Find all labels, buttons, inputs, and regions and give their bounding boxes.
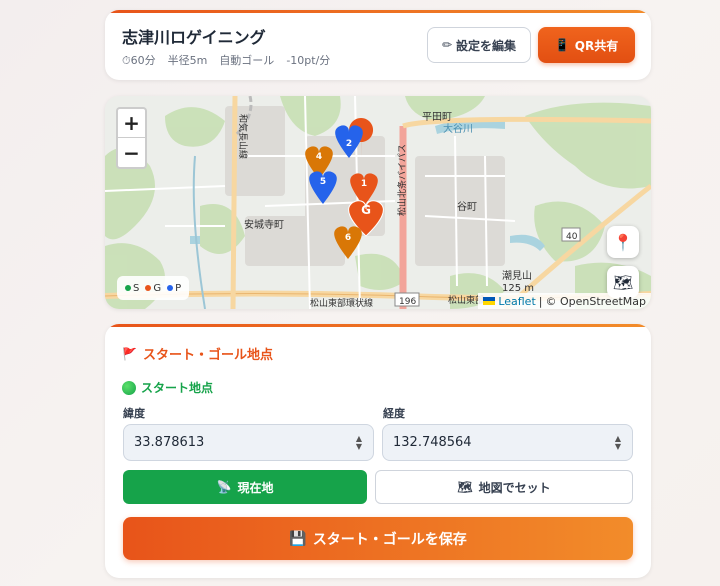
svg-text:6: 6 xyxy=(345,233,351,243)
flag-icon: 🚩 xyxy=(122,346,137,361)
start-goal-card: 🚩 スタート・ゴール地点 スタート地点 緯度 経度 33.878613 ▲ ▼ 1… xyxy=(105,324,651,578)
svg-text:5: 5 xyxy=(320,177,326,187)
save-start-goal-button[interactable]: 💾 スタート・ゴールを保存 xyxy=(123,517,633,560)
zoom-in-button[interactable]: + xyxy=(118,109,145,138)
floppy-disk-icon: 💾 xyxy=(289,530,307,547)
label-river: 大谷川 xyxy=(443,122,473,135)
label-road40: 40 xyxy=(566,232,578,242)
section-title: 🚩 スタート・ゴール地点 xyxy=(122,346,273,364)
locate-button[interactable]: 📍 xyxy=(607,226,639,258)
map-view[interactable]: 平田町 安城寺町 谷町 潮見山 125 m 40 196 松山東部環状線 松山東… xyxy=(105,96,651,309)
svg-text:4: 4 xyxy=(316,152,322,162)
qr-share-button[interactable]: 📱 QR共有 xyxy=(538,27,635,63)
clock-icon: ⏱ xyxy=(122,54,131,67)
pencil-icon: ✏ xyxy=(441,38,453,52)
leaflet-link[interactable]: Leaflet xyxy=(498,295,535,308)
longitude-input[interactable]: 132.748564 ▲ ▼ xyxy=(382,424,633,461)
longitude-stepper[interactable]: ▲ ▼ xyxy=(613,435,623,451)
header-card: 志津川ロゲイニング ⏱60分 半径5m 自動ゴール -10pt/分 ✏ 設定を編… xyxy=(105,10,651,80)
label-road-north: 和気長山線 xyxy=(237,114,249,159)
longitude-label: 経度 xyxy=(383,407,405,420)
label-shiomi: 潮見山 xyxy=(502,269,532,282)
label-anjoji: 安城寺町 xyxy=(244,218,284,231)
svg-text:1: 1 xyxy=(361,179,367,189)
start-point-title: スタート地点 xyxy=(122,379,213,396)
duration-meta: ⏱60分 xyxy=(122,54,156,67)
current-location-button[interactable]: 📡 現在地 xyxy=(123,470,367,504)
edit-settings-button[interactable]: ✏ 設定を編集 xyxy=(427,27,531,63)
legend-start: S xyxy=(125,283,139,294)
svg-text:G: G xyxy=(361,203,371,217)
zoom-out-button[interactable]: − xyxy=(118,138,145,167)
satellite-icon: 📡 xyxy=(216,480,232,494)
page-title: 志津川ロゲイニング xyxy=(122,28,266,47)
green-circle-icon xyxy=(122,380,136,395)
legend-dot-goal xyxy=(145,284,152,291)
set-from-map-button[interactable]: 🗺 地図でセット xyxy=(375,470,633,504)
legend-dot-point xyxy=(167,284,174,291)
legend-goal: G xyxy=(145,283,161,294)
map-layer-icon: 🗺 xyxy=(612,272,634,292)
latitude-stepper[interactable]: ▲ ▼ xyxy=(354,435,364,451)
radius-meta: 半径5m xyxy=(167,54,208,67)
auto-goal-meta: 自動ゴール xyxy=(219,54,275,67)
latitude-input[interactable]: 33.878613 ▲ ▼ xyxy=(123,424,374,461)
event-meta: ⏱60分 半径5m 自動ゴール -10pt/分 xyxy=(122,52,330,68)
label-tani: 谷町 xyxy=(457,201,477,213)
zoom-control: + − xyxy=(116,107,147,169)
penalty-meta: -10pt/分 xyxy=(286,54,331,67)
label-hirata: 平田町 xyxy=(422,112,452,123)
phone-icon: 📱 xyxy=(554,38,570,52)
pin-icon: 📍 xyxy=(613,232,633,252)
map-legend: S G P xyxy=(117,276,190,300)
latitude-label: 緯度 xyxy=(123,407,145,420)
osm-link[interactable]: © OpenStreetMap xyxy=(545,295,646,308)
map-attribution: Leaflet | © OpenStreetMap xyxy=(478,293,651,309)
map-icon: 🗺 xyxy=(457,480,473,494)
label-road196: 196 xyxy=(399,297,416,307)
ukraine-flag-icon xyxy=(483,297,496,305)
legend-dot-start xyxy=(125,284,131,291)
svg-text:2: 2 xyxy=(346,139,352,149)
label-bypass: 松山北条バイパス xyxy=(396,144,408,216)
legend-point: P xyxy=(167,283,181,294)
label-east-ring: 松山東部環状線 xyxy=(310,297,373,309)
